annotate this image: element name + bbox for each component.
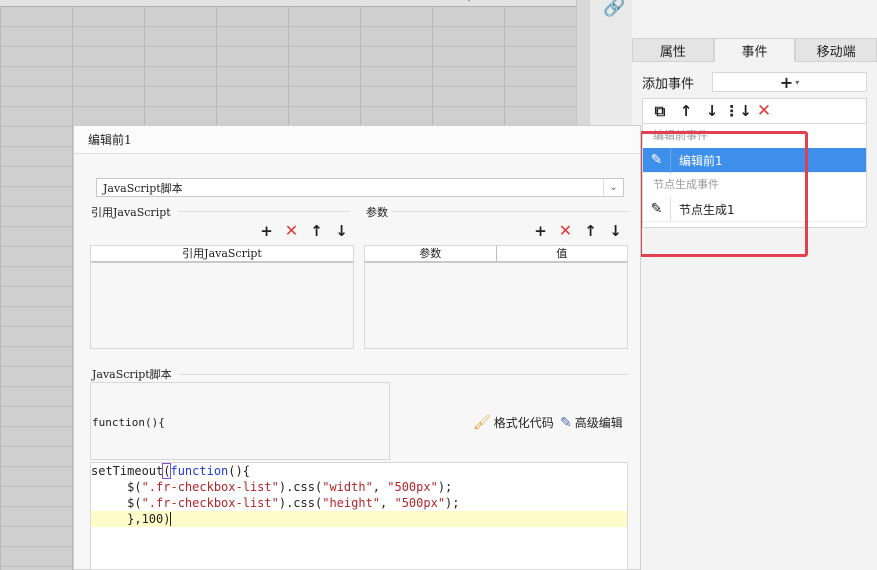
code-line: setTimeout(function(){ (91, 463, 627, 479)
ref-section-label: 引用JavaScript (91, 204, 175, 220)
ref-toolbar: + ✕ ↑ ↓ (257, 221, 351, 240)
event-edit-dialog: 编辑前1 JavaScript脚本 ⌄ 引用JavaScript + ✕ ↑ ↓… (73, 125, 641, 570)
column-header: O (320, 0, 327, 3)
code-string: "height" (322, 496, 381, 510)
annotation-highlight-box (639, 131, 808, 257)
chevron-down-icon[interactable]: ⌄ (603, 179, 623, 196)
column-header: 参数 (365, 246, 497, 261)
column-header: M (176, 0, 185, 3)
code-string: "500px" (394, 496, 446, 510)
script-type-select[interactable]: JavaScript脚本 ⌄ (96, 178, 624, 197)
column-header: K (32, 0, 39, 3)
property-panel: 属性 事件 移动端 添加事件 + ▾ ⧉ ↑ ↓ ⋮↓ ✕ 编辑前事件 ✎ 编辑前… (632, 0, 877, 570)
move-bottom-icon[interactable]: ⋮↓ (724, 100, 752, 122)
text-cursor (170, 512, 172, 526)
add-event-row: 添加事件 + ▾ (642, 72, 867, 92)
advanced-edit-label: 高级编辑 (574, 416, 623, 430)
code-token: $( (91, 496, 142, 510)
code-token: ); (437, 480, 453, 494)
column-header-bar: K L M N O P Q R (0, 0, 590, 7)
add-icon[interactable]: + (531, 221, 550, 240)
advanced-edit-button[interactable]: ✎ 高级编辑 (560, 414, 623, 431)
ref-js-table[interactable]: 引用JavaScript (90, 245, 354, 349)
panel-header-area (632, 0, 877, 38)
move-down-icon[interactable]: ↓ (606, 221, 625, 240)
move-up-icon[interactable]: ↑ (307, 221, 326, 240)
code-string: ".fr-checkbox-list" (141, 480, 279, 494)
code-token: , (372, 480, 388, 494)
move-down-icon[interactable]: ↓ (701, 100, 723, 122)
code-token: ); (445, 496, 460, 510)
code-line: $(".fr-checkbox-list").css("width", "500… (91, 479, 627, 495)
plus-icon: + (779, 72, 794, 92)
move-up-icon[interactable]: ↑ (581, 221, 600, 240)
delete-icon[interactable]: ✕ (282, 221, 301, 240)
code-token: , (380, 496, 395, 510)
tab-mobile[interactable]: 移动端 (795, 38, 877, 62)
code-token: $( (91, 480, 142, 494)
section-divider (178, 211, 350, 212)
delete-icon[interactable]: ✕ (753, 100, 775, 122)
format-code-label: 格式化代码 (493, 416, 554, 430)
column-header: N (248, 0, 256, 3)
column-header: 值 (556, 247, 568, 260)
column-header: L (104, 0, 110, 3)
delete-icon[interactable]: ✕ (556, 221, 575, 240)
brush-icon: 🖌 (473, 414, 491, 431)
script-type-value: JavaScript脚本 (103, 181, 183, 195)
code-line: $(".fr-checkbox-list").css("height", "50… (91, 495, 627, 511)
section-divider (180, 374, 628, 375)
code-string: "500px" (387, 480, 438, 494)
function-header: function(){ (92, 416, 165, 429)
code-token: setTimeout (91, 464, 164, 478)
code-token: (){ (228, 464, 250, 478)
code-editor[interactable]: setTimeout(function(){ $(".fr-checkbox-l… (90, 462, 628, 570)
column-header: R (536, 0, 543, 3)
code-token: ).css( (278, 480, 323, 494)
copy-icon[interactable]: ⧉ (649, 100, 671, 122)
add-icon[interactable]: + (257, 221, 276, 240)
code-token: },100) (91, 512, 171, 526)
tab-events[interactable]: 事件 (713, 38, 796, 62)
code-string: ".fr-checkbox-list" (141, 496, 279, 510)
code-keyword: function (170, 464, 229, 478)
panel-tabs: 属性 事件 移动端 (632, 38, 877, 62)
column-header: 引用JavaScript (182, 247, 262, 260)
table-header: 参数 值 (365, 246, 627, 263)
add-event-label: 添加事件 (642, 76, 695, 92)
caret-down-icon: ▾ (795, 77, 800, 87)
code-token: ).css( (278, 496, 323, 510)
table-header: 引用JavaScript (91, 246, 353, 263)
edit-icon: ✎ (560, 414, 572, 431)
dialog-title: 编辑前1 (74, 126, 640, 154)
params-section-label: 参数 (366, 204, 392, 220)
move-up-icon[interactable]: ↑ (675, 100, 697, 122)
tab-properties[interactable]: 属性 (632, 38, 714, 62)
add-event-button[interactable]: + ▾ (712, 72, 867, 92)
function-header-box: function(){ (90, 382, 390, 460)
format-code-button[interactable]: 🖌 格式化代码 (473, 414, 554, 431)
move-down-icon[interactable]: ↓ (332, 221, 351, 240)
code-line-current: },100) (91, 511, 627, 527)
column-header: Q (464, 0, 471, 3)
code-string: "width" (322, 480, 373, 494)
section-divider (392, 211, 628, 212)
params-toolbar: + ✕ ↑ ↓ (531, 221, 625, 240)
script-section-label: JavaScript脚本 (92, 366, 176, 382)
column-header: P (392, 0, 398, 3)
params-table[interactable]: 参数 值 (364, 245, 628, 349)
link-icon[interactable]: 🔗 (603, 0, 625, 18)
event-toolbar: ⧉ ↑ ↓ ⋮↓ ✕ (642, 98, 867, 124)
